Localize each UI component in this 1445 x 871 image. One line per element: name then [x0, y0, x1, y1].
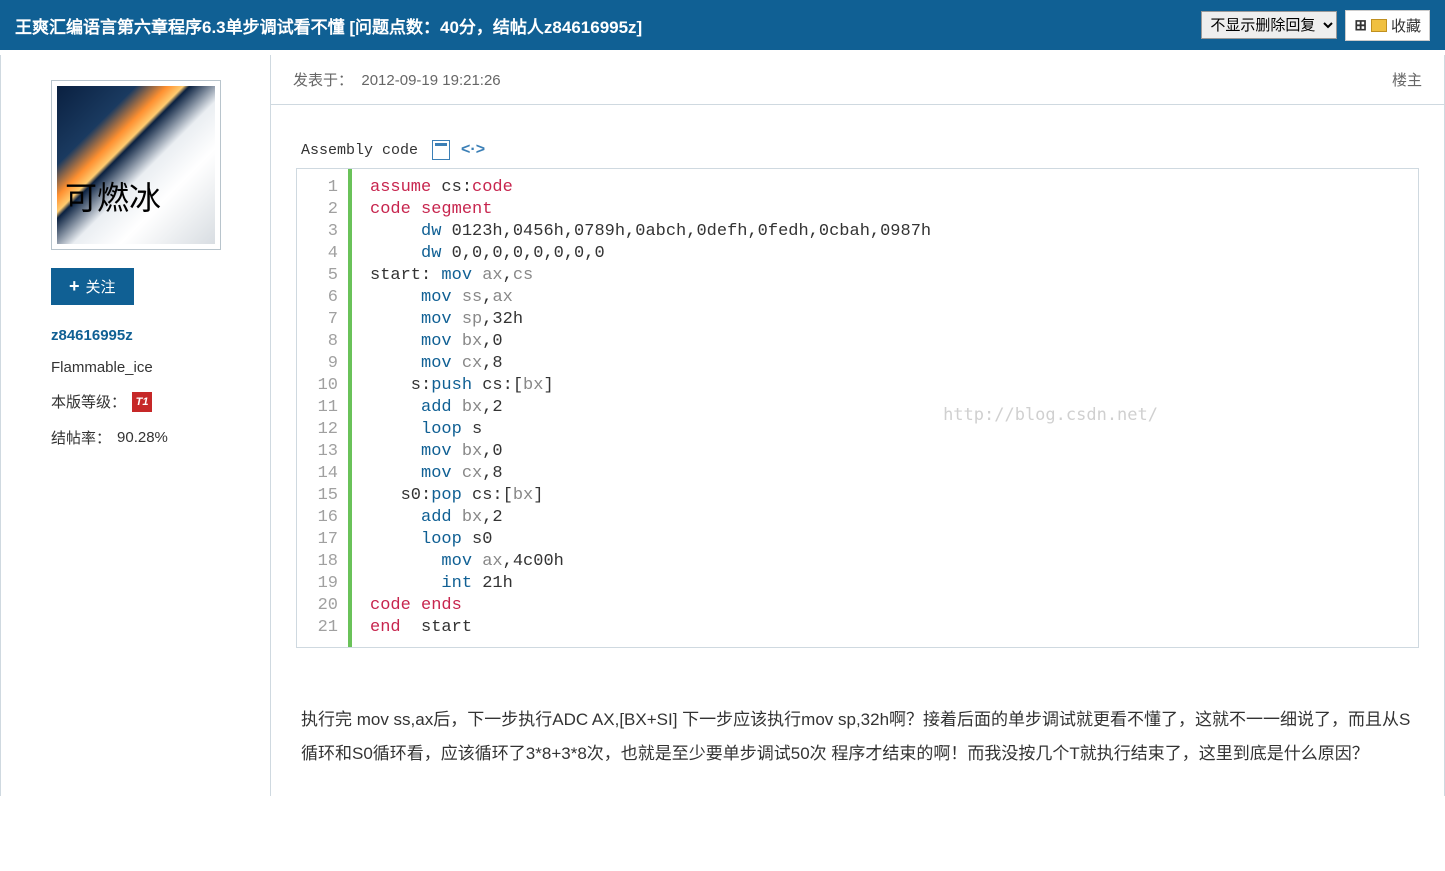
embed-icon[interactable]: <·> — [464, 140, 482, 160]
thread-title: 王爽汇编语言第六章程序6.3单步调试看不懂 [问题点数：40分，结帖人z8461… — [15, 13, 642, 38]
watermark: http://blog.csdn.net/ — [943, 404, 1158, 426]
plus-icon: + — [69, 276, 80, 297]
user-level: 本版等级： T1 — [51, 391, 250, 412]
reply-filter-select[interactable]: 不显示删除回复 — [1201, 11, 1337, 39]
code-lang-label: Assembly code — [301, 142, 418, 159]
post-content: 发表于： 2012-09-19 19:21:26 楼主 Assembly cod… — [271, 55, 1444, 796]
post-header: 发表于： 2012-09-19 19:21:26 楼主 — [271, 55, 1444, 105]
header-controls: 不显示删除回复 ⊞ 收藏 — [1201, 10, 1430, 41]
code-lines: assume cs:codecode segment dw 0123h,0456… — [352, 169, 931, 647]
post-container: 可燃冰 + 关注 z84616995z Flammable_ice 本版等级： … — [0, 55, 1445, 796]
line-gutter: 123456789101112131415161718192021 — [297, 169, 352, 647]
level-badge: T1 — [132, 392, 152, 412]
level-label: 本版等级： — [51, 391, 126, 412]
username-link[interactable]: z84616995z — [51, 327, 250, 344]
favorite-button[interactable]: ⊞ 收藏 — [1345, 10, 1430, 41]
follow-button[interactable]: + 关注 — [51, 268, 134, 305]
favorite-label: 收藏 — [1391, 15, 1421, 36]
thread-header: 王爽汇编语言第六章程序6.3单步调试看不懂 [问题点数：40分，结帖人z8461… — [0, 0, 1445, 55]
display-name: Flammable_ice — [51, 359, 250, 376]
post-text: 执行完 mov ss,ax后，下一步执行ADC AX,[BX+SI] 下一步应该… — [296, 703, 1419, 771]
floor-label: 楼主 — [1392, 69, 1422, 90]
copy-icon[interactable] — [432, 140, 450, 160]
user-sidebar: 可燃冰 + 关注 z84616995z Flammable_ice 本版等级： … — [1, 55, 271, 796]
closerate-value: 90.28% — [117, 429, 168, 446]
plus-icon: ⊞ — [1354, 16, 1367, 34]
code-block: 123456789101112131415161718192021 assume… — [296, 168, 1419, 648]
code-toolbar: Assembly code <·> — [296, 140, 1419, 160]
follow-label: 关注 — [86, 276, 116, 297]
close-rate: 结帖率： 90.28% — [51, 427, 250, 448]
closerate-label: 结帖率： — [51, 427, 111, 448]
folder-icon — [1371, 19, 1387, 32]
avatar-text: 可燃冰 — [65, 173, 161, 219]
post-body: Assembly code <·> 1234567891011121314151… — [271, 105, 1444, 796]
avatar[interactable]: 可燃冰 — [51, 80, 221, 250]
posted-at: 发表于： 2012-09-19 19:21:26 — [293, 69, 501, 90]
